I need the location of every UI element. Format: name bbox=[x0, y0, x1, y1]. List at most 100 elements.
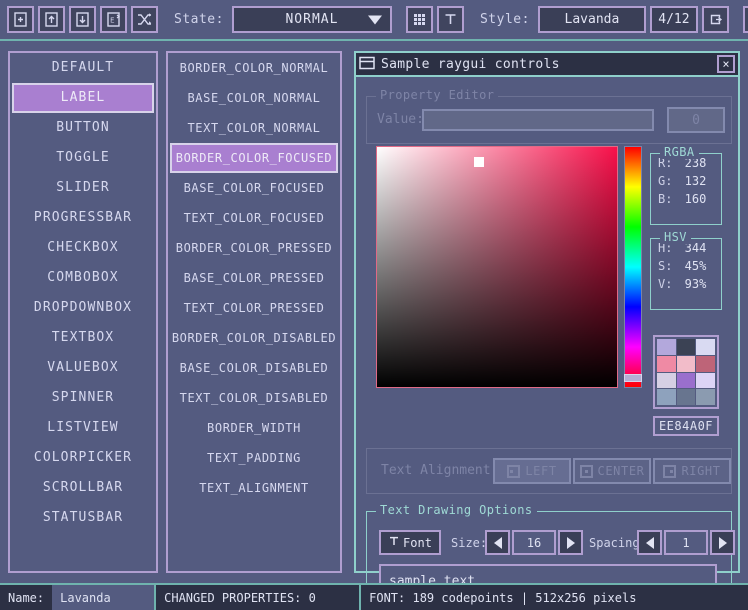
control-item-scrollbar[interactable]: SCROLLBAR bbox=[12, 473, 154, 503]
list-item-label: SPINNER bbox=[52, 390, 115, 405]
control-item-progressbar[interactable]: PROGRESSBAR bbox=[12, 203, 154, 233]
color-swatch-4[interactable] bbox=[677, 356, 696, 372]
align-left-button[interactable]: LEFT bbox=[493, 458, 571, 484]
list-item-label: CHECKBOX bbox=[47, 240, 118, 255]
control-item-checkbox[interactable]: CHECKBOX bbox=[12, 233, 154, 263]
color-swatch-0[interactable] bbox=[657, 339, 676, 355]
value-label: Value: bbox=[377, 112, 424, 127]
randomize-button[interactable] bbox=[131, 6, 158, 33]
color-swatch-1[interactable] bbox=[677, 339, 696, 355]
property-item-base-color-disabled[interactable]: BASE_COLOR_DISABLED bbox=[170, 353, 338, 383]
font-size-decrement-button[interactable] bbox=[485, 530, 510, 555]
control-item-spinner[interactable]: SPINNER bbox=[12, 383, 154, 413]
property-item-text-color-focused[interactable]: TEXT_COLOR_FOCUSED bbox=[170, 203, 338, 233]
align-center-icon bbox=[580, 465, 593, 478]
new-style-button[interactable] bbox=[7, 6, 34, 33]
font-atlas-button[interactable] bbox=[437, 6, 464, 33]
control-item-label[interactable]: LABEL bbox=[12, 83, 154, 113]
color-swatch-6[interactable] bbox=[657, 373, 676, 389]
align-right-icon bbox=[663, 465, 676, 478]
list-item-label: PROGRESSBAR bbox=[34, 210, 132, 225]
grid-view-button[interactable] bbox=[406, 6, 433, 33]
property-item-text-padding[interactable]: TEXT_PADDING bbox=[170, 443, 338, 473]
hex-color-field[interactable]: EE84A0F bbox=[653, 416, 719, 436]
state-dropdown[interactable]: NORMAL bbox=[232, 6, 392, 33]
control-item-colorpicker[interactable]: COLORPICKER bbox=[12, 443, 154, 473]
hsv-row-v: V: 93% bbox=[651, 275, 721, 293]
property-item-base-color-normal[interactable]: BASE_COLOR_NORMAL bbox=[170, 83, 338, 113]
control-item-statusbar[interactable]: STATUSBAR bbox=[12, 503, 154, 533]
control-item-valuebox[interactable]: VALUEBOX bbox=[12, 353, 154, 383]
load-style-button[interactable] bbox=[38, 6, 65, 33]
value-input[interactable] bbox=[422, 109, 654, 131]
control-item-combobox[interactable]: COMBOBOX bbox=[12, 263, 154, 293]
value-number-box[interactable]: 0 bbox=[667, 107, 725, 133]
style-name-field[interactable]: Lavanda bbox=[538, 6, 646, 33]
control-item-button[interactable]: BUTTON bbox=[12, 113, 154, 143]
align-right-button[interactable]: RIGHT bbox=[653, 458, 731, 484]
font-spacing-increment-button[interactable] bbox=[710, 530, 735, 555]
control-item-toggle[interactable]: TOGGLE bbox=[12, 143, 154, 173]
color-picker-hue-cursor[interactable] bbox=[624, 374, 642, 382]
control-item-slider[interactable]: SLIDER bbox=[12, 173, 154, 203]
font-size-value[interactable]: 16 bbox=[512, 530, 556, 555]
rgba-value-g[interactable]: 132 bbox=[676, 174, 721, 188]
hsv-value-s[interactable]: 45% bbox=[676, 259, 721, 273]
help-button[interactable]: ? bbox=[743, 6, 748, 33]
font-spacing-decrement-button[interactable] bbox=[637, 530, 662, 555]
control-item-listview[interactable]: LISTVIEW bbox=[12, 413, 154, 443]
color-swatch-2[interactable] bbox=[696, 339, 715, 355]
color-swatch-3[interactable] bbox=[657, 356, 676, 372]
font-button[interactable]: Font bbox=[379, 530, 441, 555]
property-item-text-color-disabled[interactable]: TEXT_COLOR_DISABLED bbox=[170, 383, 338, 413]
export-style-button[interactable]: E bbox=[100, 6, 127, 33]
hsv-key-v: V: bbox=[658, 277, 676, 291]
color-swatch-7[interactable] bbox=[677, 373, 696, 389]
align-left-label: LEFT bbox=[525, 464, 556, 478]
property-item-border-color-disabled[interactable]: BORDER_COLOR_DISABLED bbox=[170, 323, 338, 353]
property-item-border-color-normal[interactable]: BORDER_COLOR_NORMAL bbox=[170, 53, 338, 83]
color-picker-cursor[interactable] bbox=[474, 157, 484, 167]
property-item-border-width[interactable]: BORDER_WIDTH bbox=[170, 413, 338, 443]
color-picker-saturation-value-area[interactable] bbox=[376, 146, 618, 388]
status-name-value[interactable]: Lavanda bbox=[52, 585, 156, 610]
properties-listview[interactable]: BORDER_COLOR_NORMALBASE_COLOR_NORMAL TEXT… bbox=[166, 51, 342, 573]
reload-style-button[interactable] bbox=[702, 6, 729, 33]
control-item-default[interactable]: DEFAULT bbox=[12, 53, 154, 83]
state-label: State: bbox=[174, 12, 224, 27]
font-spacing-value[interactable]: 1 bbox=[664, 530, 708, 555]
list-item-label: TEXT_COLOR_NORMAL bbox=[187, 121, 320, 135]
property-item-base-color-focused[interactable]: BASE_COLOR_FOCUSED bbox=[170, 173, 338, 203]
property-item-border-color-focused[interactable]: BORDER_COLOR_FOCUSED bbox=[170, 143, 338, 173]
window-icon bbox=[359, 55, 375, 74]
hsv-title: HSV bbox=[660, 230, 691, 244]
color-swatch-8[interactable] bbox=[696, 373, 715, 389]
color-swatch-10[interactable] bbox=[677, 389, 696, 405]
text-drawing-options-title: Text Drawing Options bbox=[376, 503, 537, 517]
control-item-dropdownbox[interactable]: DROPDOWNBOX bbox=[12, 293, 154, 323]
property-item-text-color-pressed[interactable]: TEXT_COLOR_PRESSED bbox=[170, 293, 338, 323]
list-item-label: TEXT_ALIGNMENT bbox=[199, 481, 309, 495]
save-style-button[interactable] bbox=[69, 6, 96, 33]
color-swatch-5[interactable] bbox=[696, 356, 715, 372]
color-picker-hue-bar[interactable] bbox=[624, 146, 642, 388]
rgba-key-g: G: bbox=[658, 174, 676, 188]
hsv-row-s: S: 45% bbox=[651, 257, 721, 275]
close-icon[interactable]: × bbox=[717, 55, 735, 73]
status-name-label: Name: bbox=[0, 585, 52, 610]
property-item-text-color-normal[interactable]: TEXT_COLOR_NORMAL bbox=[170, 113, 338, 143]
rgba-value-b[interactable]: 160 bbox=[676, 192, 721, 206]
property-item-base-color-pressed[interactable]: BASE_COLOR_PRESSED bbox=[170, 263, 338, 293]
align-center-button[interactable]: CENTER bbox=[573, 458, 651, 484]
arrow-left-icon bbox=[494, 537, 502, 549]
font-size-increment-button[interactable] bbox=[558, 530, 583, 555]
sample-window-titlebar[interactable]: Sample raygui controls × bbox=[356, 53, 738, 77]
property-item-border-color-pressed[interactable]: BORDER_COLOR_PRESSED bbox=[170, 233, 338, 263]
color-swatch-9[interactable] bbox=[657, 389, 676, 405]
hsv-value-v[interactable]: 93% bbox=[676, 277, 721, 291]
control-item-textbox[interactable]: TEXTBOX bbox=[12, 323, 154, 353]
color-swatch-11[interactable] bbox=[696, 389, 715, 405]
property-item-text-alignment[interactable]: TEXT_ALIGNMENT bbox=[170, 473, 338, 503]
controls-listview[interactable]: DEFAULTLABELBUTTONTOGGLESLIDER PROGRESSBA… bbox=[8, 51, 158, 573]
color-swatch-palette[interactable] bbox=[653, 335, 719, 409]
